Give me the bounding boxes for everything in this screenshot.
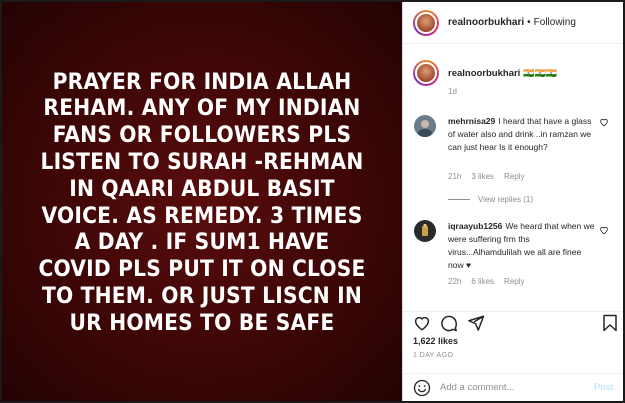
commenter-avatar[interactable]	[414, 220, 436, 242]
comment-username[interactable]: iqraayub1256	[448, 221, 502, 231]
add-comment-bar: Post	[403, 373, 623, 401]
comment-body: mehrnisa29 I heard that have a glass of w…	[448, 115, 595, 154]
comment-meta: 22h 6 likes Reply	[448, 277, 525, 286]
post-image-text: PRAYER FOR INDIA ALLAH REHAM. ANY OF MY …	[38, 68, 366, 336]
comment-likes[interactable]: 6 likes	[471, 277, 494, 286]
comment-time[interactable]: 22h	[448, 277, 461, 286]
caption-username[interactable]: realnoorbukhari	[448, 68, 520, 100]
following-button[interactable]: Following	[534, 17, 576, 28]
post-comment-button[interactable]: Post	[594, 382, 613, 393]
view-replies-label[interactable]: View replies (1)	[478, 195, 533, 204]
caption-avatar[interactable]	[413, 60, 439, 86]
comment-reply-button[interactable]: Reply	[504, 172, 524, 181]
comments-section: realnoorbukhari 🇮🇳🇮🇳🇮🇳 1d mehrnisa29 I he…	[403, 60, 623, 286]
caption-text: 🇮🇳🇮🇳🇮🇳	[523, 68, 557, 78]
comment-icon[interactable]	[440, 314, 458, 332]
action-bar	[403, 311, 623, 333]
view-replies-button[interactable]: View replies (1)	[448, 195, 533, 204]
comment-reply-button[interactable]: Reply	[504, 277, 524, 286]
caption-row: realnoorbukhari 🇮🇳🇮🇳🇮🇳	[403, 60, 623, 100]
comment-time[interactable]: 21h	[448, 172, 461, 181]
comment-input[interactable]	[440, 382, 594, 393]
comment-username[interactable]: mehrnisa29	[448, 116, 495, 126]
likes-count[interactable]: 1,622 likes	[413, 336, 458, 346]
post-image[interactable]: PRAYER FOR INDIA ALLAH REHAM. ANY OF MY …	[2, 2, 402, 401]
header-username[interactable]: realnoorbukhari	[448, 17, 524, 28]
comment-like-icon[interactable]	[599, 225, 609, 235]
view-replies-line	[448, 199, 470, 200]
comment-body: iqraayub1256 We heard that when we were s…	[448, 220, 595, 272]
bookmark-icon[interactable]	[601, 314, 619, 332]
caption-time[interactable]: 1d	[448, 87, 457, 96]
heart-icon[interactable]	[413, 314, 431, 332]
author-avatar[interactable]	[413, 9, 439, 36]
post-header: realnoorbukhari • Following	[403, 2, 623, 44]
comment-likes[interactable]: 3 likes	[471, 172, 494, 181]
commenter-avatar[interactable]	[414, 115, 436, 137]
emoji-icon[interactable]	[413, 379, 431, 397]
header-separator: •	[527, 17, 531, 28]
post-side-panel: realnoorbukhari • Following realnoorbukh…	[402, 2, 623, 401]
post-date[interactable]: 1 DAY AGO	[413, 352, 453, 359]
comment-meta: 21h 3 likes Reply	[448, 172, 525, 181]
share-icon[interactable]	[467, 314, 485, 332]
comment-like-icon[interactable]	[599, 117, 609, 127]
